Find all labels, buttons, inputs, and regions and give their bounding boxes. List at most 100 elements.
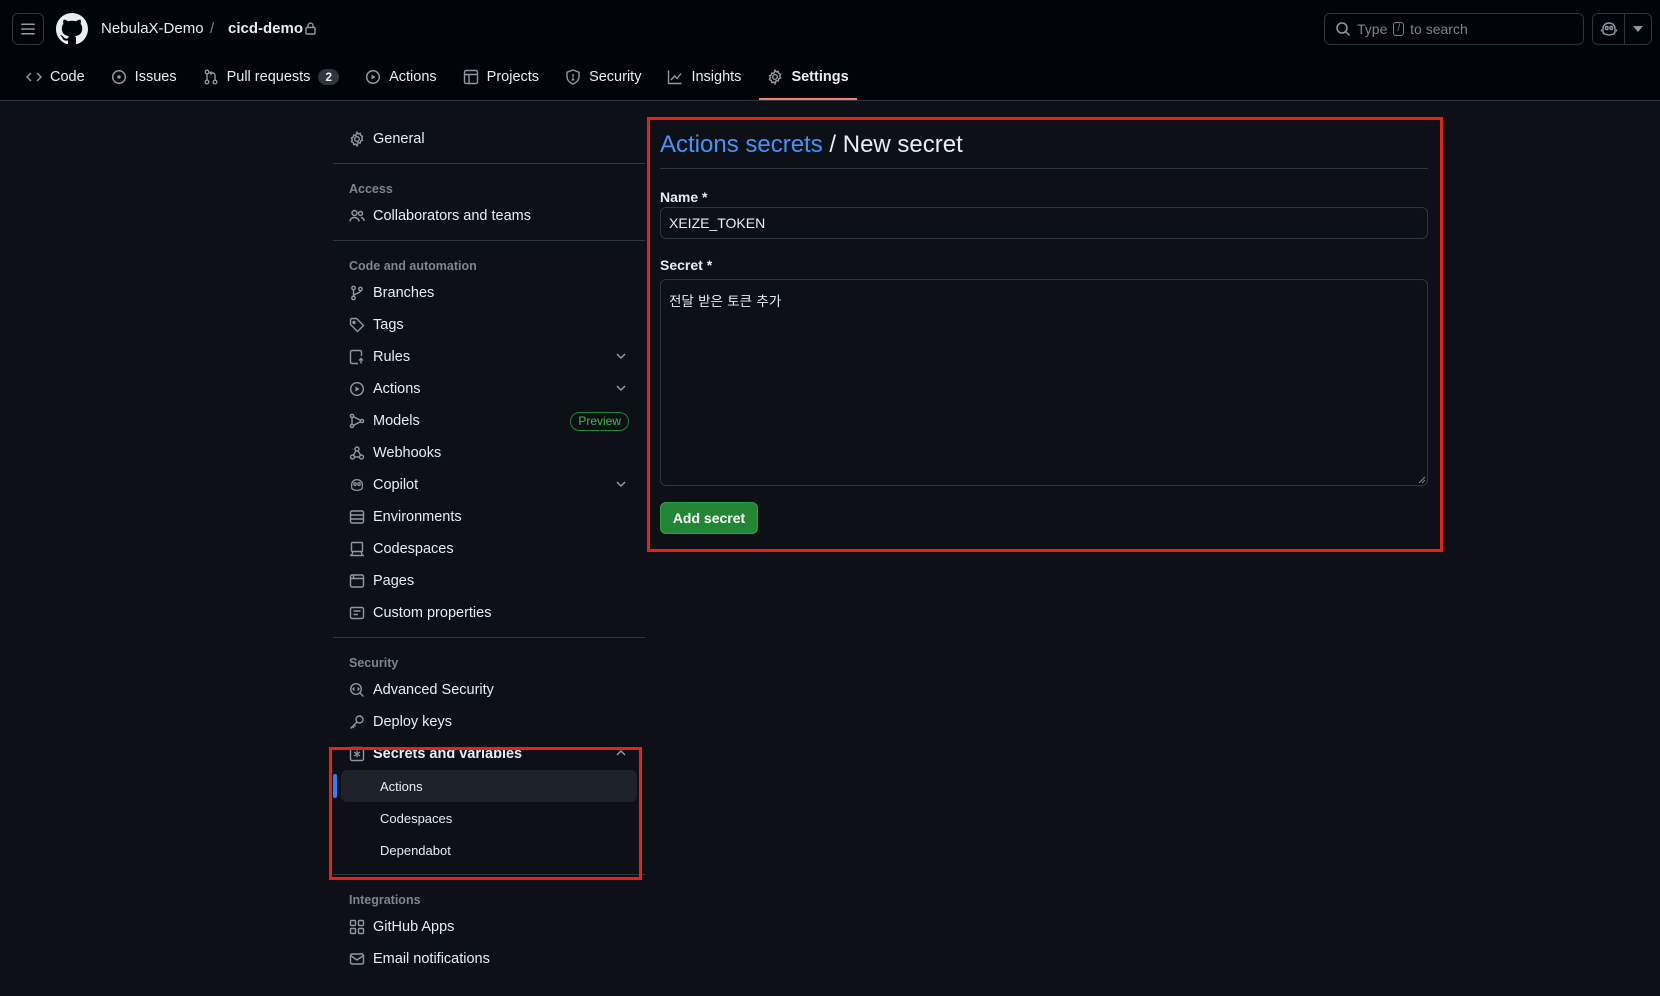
section-label-integrations: Integrations (349, 893, 421, 907)
tab-label: Actions (389, 69, 437, 85)
sidebar-item-label: GitHub Apps (373, 919, 455, 935)
tab-label: Pull requests (226, 69, 311, 85)
search-suffix: to search (1410, 21, 1468, 37)
sidebar-subitem-dependabot[interactable]: Dependabot (341, 834, 637, 866)
codescan-icon (349, 682, 364, 697)
pull-request-count: 2 (318, 69, 340, 85)
chevron-down-icon (616, 353, 626, 360)
sidebar-item-label: Copilot (373, 477, 419, 493)
sidebar-subitem-codespaces[interactable]: Codespaces (341, 802, 637, 834)
settings-sidebar: General Access Collaborators and teams C… (333, 123, 645, 975)
table-icon (463, 69, 478, 85)
sidebar-item-label: Webhooks (373, 445, 442, 461)
sidebar-item-custom-properties[interactable]: Custom properties (333, 597, 645, 629)
tab-label: Security (589, 69, 642, 85)
gear-icon (769, 69, 782, 85)
sidebar-item-pages[interactable]: Pages (333, 565, 645, 597)
breadcrumb-repo[interactable]: cicd-demo (228, 20, 303, 38)
tab-label: Code (50, 69, 85, 85)
secret-name-input[interactable] (660, 207, 1428, 239)
sidebar-item-label: Email notifications (373, 951, 490, 967)
sidebar-item-general[interactable]: General (333, 123, 645, 155)
sidebar-item-label: Deploy keys (373, 714, 452, 730)
sidebar-item-email-notifications[interactable]: Email notifications (333, 943, 645, 975)
sidebar-item-models[interactable]: Models Preview (333, 405, 645, 437)
section-label-security: Security (349, 656, 399, 670)
menu-button[interactable] (12, 13, 44, 45)
sidebar-divider (333, 637, 645, 638)
apps-icon (349, 919, 365, 935)
search-input[interactable]: Type / to search (1324, 13, 1584, 45)
tab-label: Insights (691, 69, 742, 85)
breadcrumb-actions-secrets-link[interactable]: Actions secrets (660, 131, 823, 158)
tab-projects[interactable]: Projects (455, 62, 547, 92)
tab-label: Issues (134, 69, 177, 85)
sidebar-item-tags[interactable]: Tags (333, 309, 645, 341)
sidebar-item-label: Advanced Security (373, 682, 494, 698)
title-divider (660, 168, 1428, 169)
models-icon (349, 413, 365, 429)
sidebar-item-label: Models (373, 413, 420, 429)
sidebar-item-secrets-and-variables[interactable]: Secrets and variables (333, 738, 645, 770)
mail-icon (349, 953, 365, 965)
shield-icon (566, 69, 580, 85)
sidebar-item-branches[interactable]: Branches (333, 277, 645, 309)
server-icon (349, 510, 365, 524)
sidebar-item-actions[interactable]: Actions (333, 373, 645, 405)
sidebar-subitem-actions[interactable]: Actions (333, 770, 637, 802)
breadcrumb-separator: / (210, 20, 215, 37)
chevron-down-icon (616, 385, 626, 392)
sidebar-item-label: Collaborators and teams (373, 208, 531, 224)
hamburger-icon (21, 23, 35, 35)
sidebar-item-rules[interactable]: Rules (333, 341, 645, 373)
copilot-icon (1600, 22, 1617, 36)
tab-pull-requests[interactable]: Pull requests 2 (195, 62, 348, 92)
tab-insights[interactable]: Insights (659, 62, 749, 92)
codespaces-icon (350, 541, 364, 557)
tab-issues[interactable]: Issues (103, 62, 185, 92)
tag-icon (349, 317, 365, 333)
gear-icon (350, 131, 364, 147)
sidebar-item-label: Custom properties (373, 605, 492, 621)
play-icon (349, 381, 365, 397)
github-logo-icon[interactable] (56, 13, 88, 45)
sidebar-item-copilot[interactable]: Copilot (333, 469, 645, 501)
search-icon (1336, 22, 1351, 37)
page-title-current: / New secret (822, 131, 963, 158)
sidebar-item-advanced-security[interactable]: Advanced Security (333, 674, 645, 706)
chevron-down-icon (616, 481, 626, 488)
sidebar-item-collaborators[interactable]: Collaborators and teams (333, 200, 645, 232)
sidebar-item-environments[interactable]: Environments (333, 501, 645, 533)
section-label-code-automation: Code and automation (349, 259, 477, 273)
secret-value-textarea[interactable]: 전달 받은 토큰 추가 (660, 279, 1428, 486)
section-label-access: Access (349, 182, 393, 196)
sidebar-item-codespaces[interactable]: Codespaces (333, 533, 645, 565)
copilot-button[interactable] (1592, 13, 1652, 45)
sidebar-divider (333, 163, 645, 164)
sidebar-item-label: Codespaces (373, 541, 454, 557)
browser-icon (349, 574, 365, 588)
sidebar-item-deploy-keys[interactable]: Deploy keys (333, 706, 645, 738)
sidebar-item-webhooks[interactable]: Webhooks (333, 437, 645, 469)
tab-label: Projects (486, 69, 540, 85)
page-title: Actions secrets / New secret (660, 130, 963, 160)
pull-request-icon (204, 69, 218, 85)
app-header: NebulaX-Demo / cicd-demo Type / to searc… (0, 0, 1660, 101)
sidebar-item-label: Secrets and variables (373, 746, 523, 762)
resize-handle-icon[interactable] (1418, 476, 1426, 484)
chevron-up-icon (616, 749, 626, 756)
sidebar-item-github-apps[interactable]: GitHub Apps (333, 911, 645, 943)
asterisk-box-icon (349, 746, 365, 762)
sidebar-item-label: Pages (373, 573, 415, 589)
code-icon (26, 72, 42, 82)
tab-actions[interactable]: Actions (357, 62, 445, 92)
tab-code[interactable]: Code (18, 62, 93, 92)
copilot-icon (351, 479, 363, 491)
tab-security[interactable]: Security (557, 62, 649, 92)
search-shortcut-key: / (1393, 22, 1405, 36)
breadcrumb-owner[interactable]: NebulaX-Demo (101, 20, 204, 38)
add-secret-button[interactable]: Add secret (660, 502, 758, 534)
sidebar-item-label: Environments (373, 509, 462, 525)
key-icon (350, 715, 364, 729)
tab-settings[interactable]: Settings (759, 62, 857, 100)
